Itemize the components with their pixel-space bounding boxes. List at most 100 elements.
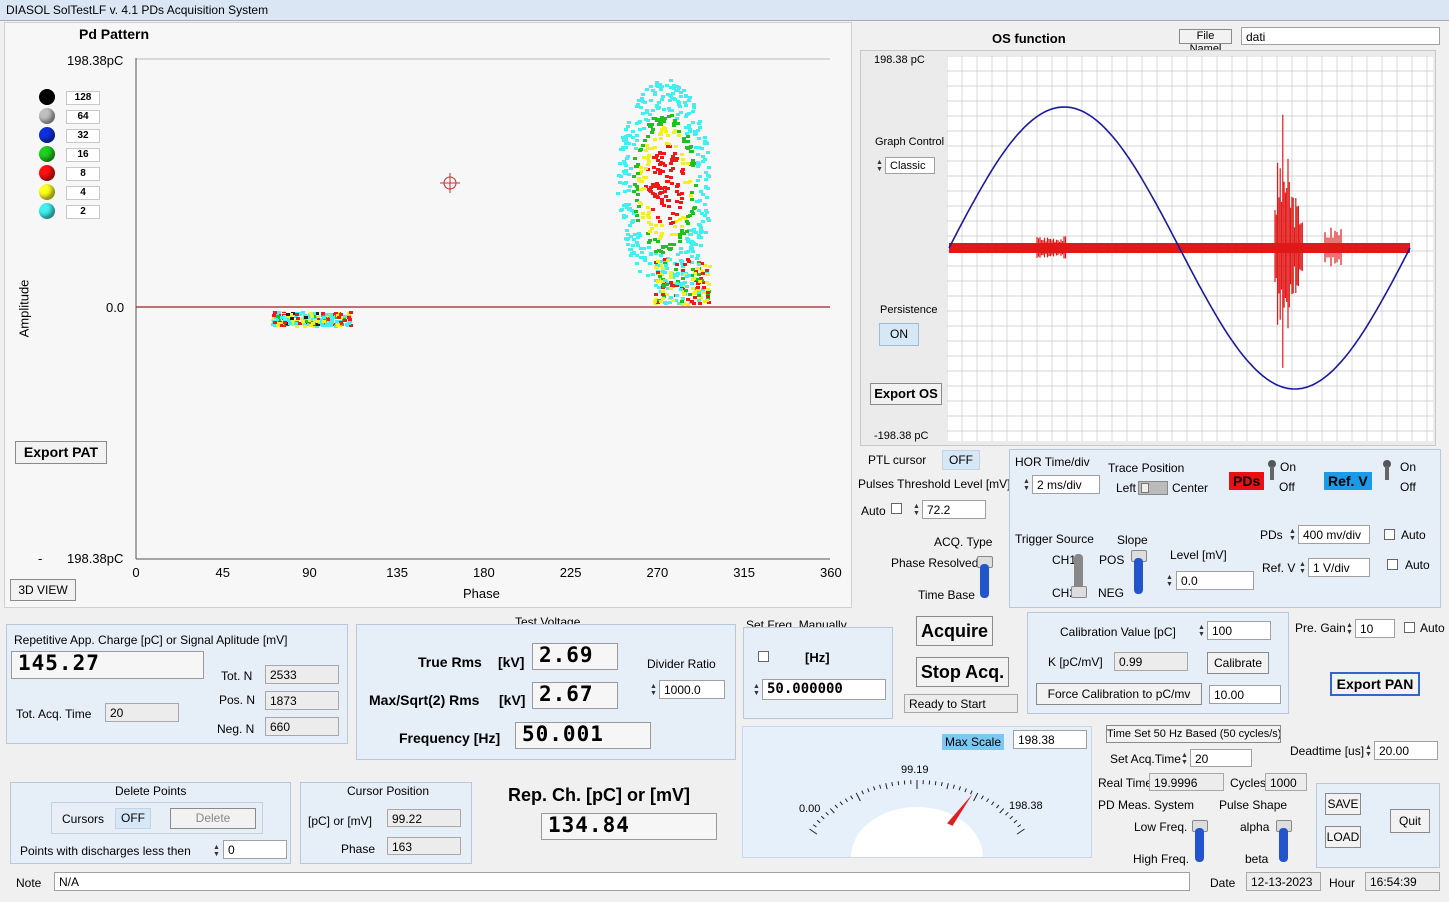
threshold-auto-checkbox[interactable]	[891, 503, 902, 514]
hor-time-spinner[interactable]: ▲ ▼	[1022, 478, 1031, 492]
calibration-value-spinner[interactable]: ▲ ▼	[1197, 624, 1206, 638]
export-pat-button[interactable]: Export PAT	[15, 441, 107, 464]
trigger-level-spinner[interactable]: ▲ ▼	[1165, 574, 1174, 588]
threshold-input[interactable]: 72.2	[922, 500, 986, 519]
rep-ch-label: Rep. Ch. [pC] or [mV]	[508, 785, 690, 805]
x-tick-label: 0	[132, 565, 140, 580]
cycles-value: 1000	[1265, 773, 1307, 791]
legend-count-label: 32	[66, 129, 100, 143]
cursor-phase-label: Phase	[341, 842, 376, 856]
refv-on-off-switch[interactable]	[1382, 460, 1392, 482]
trace-position-label: Trace Position	[1108, 461, 1185, 475]
date-label: Date	[1210, 876, 1236, 890]
neg-n-value: 660	[265, 717, 339, 736]
legend-color-dot	[39, 184, 55, 200]
trigger-level-input[interactable]: 0.0	[1176, 571, 1254, 590]
threshold-auto-label: Auto	[861, 504, 886, 518]
ptl-cursor-toggle[interactable]: OFF	[942, 450, 980, 470]
acquire-button[interactable]: Acquire	[916, 616, 993, 646]
persistence-toggle[interactable]: ON	[879, 323, 919, 346]
max-rms-unit: [kV]	[499, 692, 526, 708]
refv-scale-auto-checkbox[interactable]	[1387, 559, 1398, 570]
threshold-spinner[interactable]: ▲ ▼	[912, 503, 921, 517]
cursor-pc-value: 99.22	[387, 809, 461, 827]
legend-color-dot	[39, 127, 55, 143]
pre-gain-input[interactable]: 10	[1355, 619, 1395, 638]
quit-button[interactable]: Quit	[1390, 809, 1430, 833]
pre-gain-auto-label: Auto	[1420, 621, 1445, 635]
set-freq-spinner[interactable]: ▲ ▼	[752, 683, 761, 697]
legend-color-dot	[39, 108, 55, 124]
repetitive-charge-panel: Repetitive App. Charge [pC] or Signal Ap…	[6, 624, 348, 744]
file-name-button[interactable]: File Namel	[1179, 29, 1232, 55]
test-voltage-panel: True Rms [kV] 2.69 Max/Sqrt(2) Rms [kV] …	[356, 624, 736, 760]
trace-position-slider[interactable]	[1138, 481, 1168, 495]
calibrate-button[interactable]: Calibrate	[1207, 652, 1269, 674]
pattern-x-axis-label: Phase	[463, 586, 500, 601]
refv-scale-spinner[interactable]: ▲ ▼	[1298, 561, 1307, 575]
k-value: 0.99	[1114, 652, 1188, 671]
set-freq-checkbox[interactable]	[758, 651, 769, 662]
pds-scale-spinner[interactable]: ▲ ▼	[1288, 528, 1297, 542]
force-calibration-input[interactable]: 10.00	[1209, 685, 1281, 704]
export-os-button[interactable]: Export OS	[870, 383, 942, 405]
persistence-label: Persistence	[880, 304, 938, 316]
crosshair-icon[interactable]	[440, 173, 460, 193]
legend-color-dot	[39, 203, 55, 219]
points-less-input[interactable]: 0	[223, 840, 287, 859]
pre-gain-label: Pre. Gain	[1295, 621, 1346, 635]
note-input[interactable]: N/A	[54, 872, 1190, 891]
set-acq-time-label: Set Acq.Time	[1110, 752, 1181, 766]
set-acq-time-input[interactable]: 20	[1190, 749, 1252, 767]
file-name-input[interactable]: dati	[1241, 27, 1440, 45]
x-tick-label: 270	[646, 565, 669, 580]
os-title: OS function	[992, 31, 1066, 46]
points-less-spinner[interactable]: ▲ ▼	[212, 844, 221, 858]
cursor-phase-value: 163	[387, 837, 461, 855]
x-tick-label: 360	[820, 565, 842, 580]
pattern-y-bottom: 198.38pC	[67, 551, 124, 566]
divider-ratio-input[interactable]: 1000.0	[659, 680, 725, 699]
scope-settings-panel: HOR Time/div ▲ ▼ 2 ms/div Trace Position …	[1009, 449, 1441, 608]
load-button[interactable]: LOAD	[1325, 826, 1361, 848]
3d-view-button[interactable]: 3D VIEW	[10, 579, 76, 601]
tot-n-value: 2533	[265, 665, 339, 684]
save-button[interactable]: SAVE	[1325, 793, 1361, 815]
pd-meas-system-label: PD Meas. System	[1098, 798, 1195, 812]
true-rms-label: True Rms	[418, 654, 482, 670]
divider-ratio-spinner[interactable]: ▲ ▼	[649, 683, 658, 697]
delete-points-panel: Delete Points Cursors OFF Delete Points …	[10, 782, 291, 864]
calibration-value-input[interactable]: 100	[1207, 621, 1271, 640]
force-calibration-button[interactable]: Force Calibration to pC/mv	[1036, 683, 1202, 705]
refv-scale-select[interactable]: 1 V/div	[1308, 558, 1370, 577]
pattern-plot	[135, 58, 830, 560]
pds-on-off-switch[interactable]	[1267, 460, 1277, 482]
pds-scale-select[interactable]: 400 mv/div	[1298, 525, 1370, 544]
time-set-button[interactable]: Time Set 50 Hz Based (50 cycles/s)	[1106, 725, 1281, 743]
max-rms-label: Max/Sqrt(2) Rms	[369, 692, 480, 708]
graph-control-select[interactable]: Classic	[885, 157, 935, 174]
refv-off-label: Off	[1400, 480, 1416, 494]
pd-pattern-panel: Pd Pattern 198.38pC 0.0 - 198.38pC Ampli…	[4, 22, 852, 608]
acq-type-label: ACQ. Type	[934, 535, 993, 549]
pre-gain-spinner[interactable]: ▲ ▼	[1345, 622, 1354, 636]
set-acq-time-spinner[interactable]: ▲ ▼	[1180, 752, 1189, 766]
pre-gain-auto-checkbox[interactable]	[1404, 622, 1415, 633]
export-pan-button[interactable]: Export PAN	[1330, 672, 1420, 696]
hor-time-select[interactable]: 2 ms/div	[1032, 475, 1100, 494]
graph-control-spinner[interactable]: ▲ ▼	[875, 159, 884, 173]
window-title: DIASOL SolTestLF v. 4.1 PDs Acquisition …	[6, 3, 269, 17]
legend-count-label: 4	[66, 186, 100, 200]
pattern-legend: 128 64 32 16 8 4 2	[39, 89, 109, 229]
true-rms-display: 2.69	[532, 643, 618, 670]
trace-center-label: Center	[1172, 481, 1209, 495]
deadtime-input[interactable]: 20.00	[1374, 741, 1438, 760]
cursors-toggle[interactable]: OFF	[115, 808, 151, 829]
stop-acq-button[interactable]: Stop Acq.	[916, 657, 1009, 687]
deadtime-spinner[interactable]: ▲ ▼	[1364, 744, 1373, 758]
points-less-label: Points with discharges less then	[20, 844, 191, 858]
set-freq-input[interactable]: 50.000000	[762, 679, 886, 700]
pds-scale-auto-checkbox[interactable]	[1384, 529, 1395, 540]
hour-value: 16:54:39	[1365, 872, 1440, 891]
delete-button[interactable]: Delete	[170, 808, 256, 829]
